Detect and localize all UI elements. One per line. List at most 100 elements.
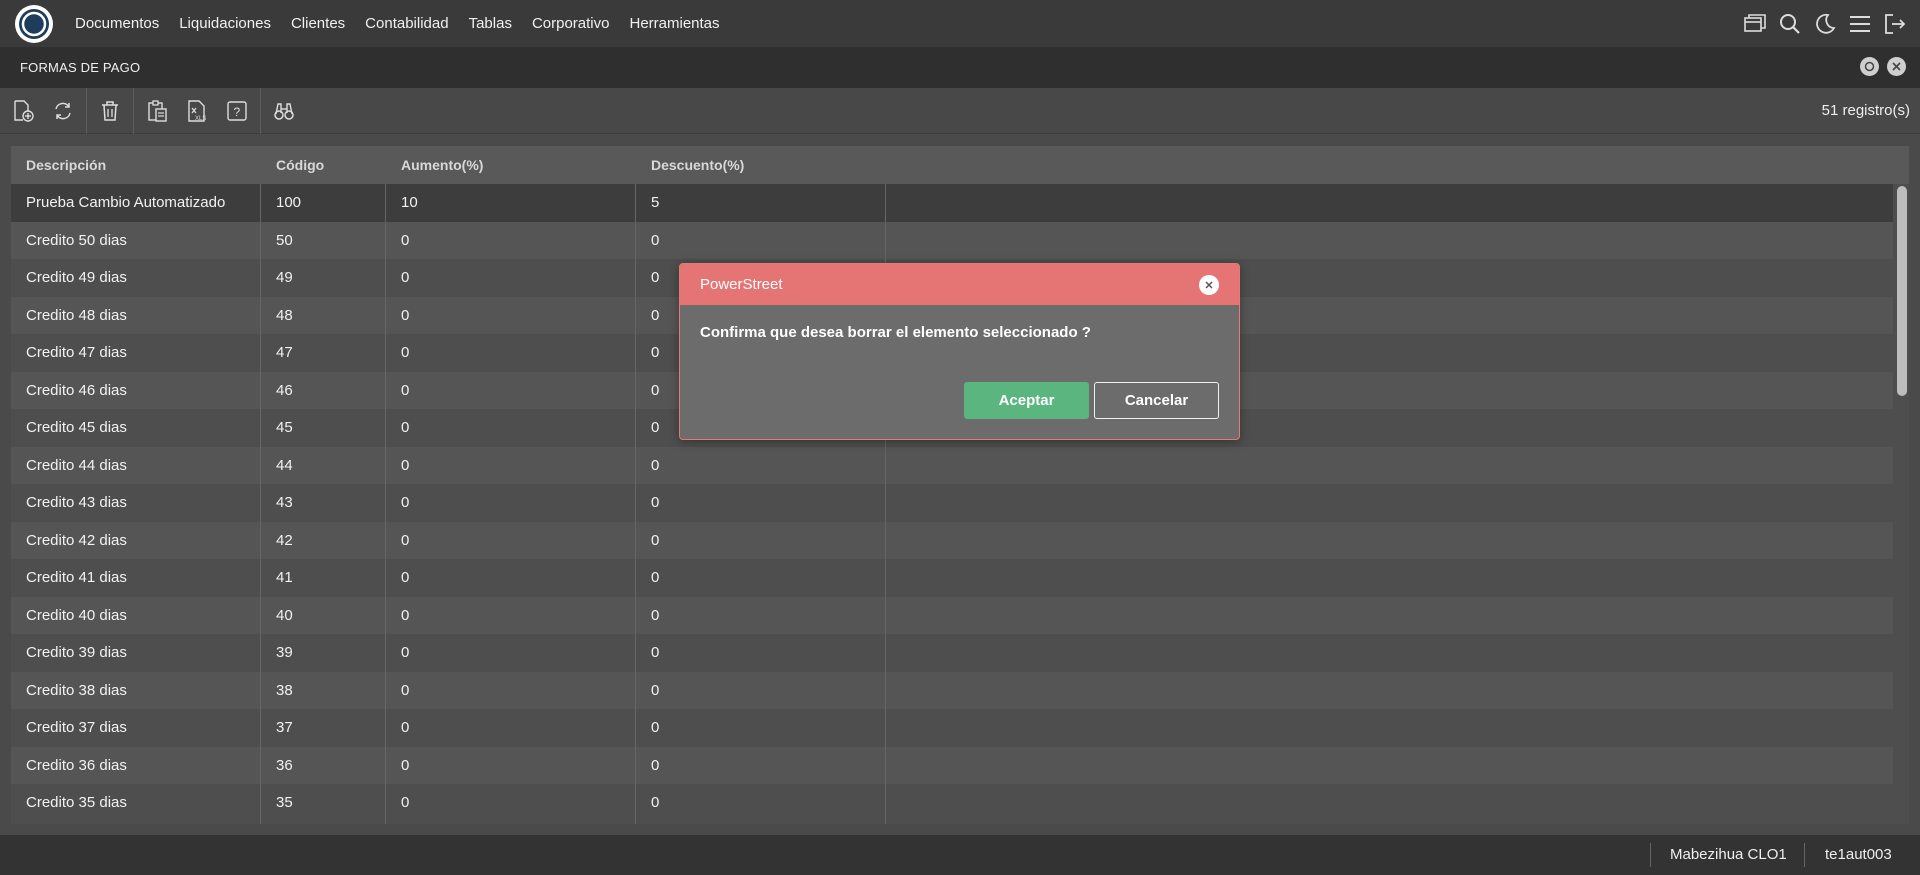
cell-codigo: 50 <box>276 231 293 249</box>
menu-liquidaciones[interactable]: Liquidaciones <box>179 15 271 32</box>
binoculars-icon[interactable] <box>271 98 297 124</box>
refresh-icon[interactable] <box>50 98 76 124</box>
cancel-button[interactable]: Cancelar <box>1094 382 1219 419</box>
toolbar: XLS ? 51 registro(s) <box>0 87 1920 134</box>
windows-icon[interactable] <box>1744 13 1766 35</box>
table-row[interactable]: Credito 40 dias 40 0 0 <box>11 596 1893 634</box>
table-row[interactable]: Credito 42 dias 42 0 0 <box>11 521 1893 559</box>
cell-descripcion: Credito 36 dias <box>26 756 127 774</box>
cell-aumento: 0 <box>401 719 410 736</box>
cell-codigo: 43 <box>276 494 293 511</box>
cell-aumento: 0 <box>401 231 410 249</box>
cell-codigo: 40 <box>276 606 293 624</box>
menu-contabilidad[interactable]: Contabilidad <box>365 15 448 32</box>
cell-aumento: 0 <box>401 681 410 699</box>
table-row[interactable]: Credito 39 dias 39 0 0 <box>11 634 1893 672</box>
hamburger-icon[interactable] <box>1849 13 1871 35</box>
menu-clientes[interactable]: Clientes <box>291 15 345 32</box>
dialog-title: PowerStreet <box>700 276 783 293</box>
cell-codigo: 44 <box>276 456 293 474</box>
cell-aumento: 0 <box>401 606 410 624</box>
status-divider <box>1804 843 1805 867</box>
column-divider <box>635 184 636 824</box>
column-header-aumento[interactable]: Aumento(%) <box>401 157 483 173</box>
vertical-scrollbar[interactable] <box>1897 186 1907 396</box>
menu-corporativo[interactable]: Corporativo <box>532 15 610 32</box>
table-row[interactable]: Credito 44 dias 44 0 0 <box>11 446 1893 484</box>
cell-descripcion: Credito 42 dias <box>26 531 127 549</box>
column-divider <box>260 184 261 824</box>
cell-descuento: 0 <box>651 306 660 324</box>
cell-codigo: 100 <box>276 194 302 211</box>
cell-aumento: 0 <box>401 794 410 811</box>
cell-aumento: 0 <box>401 569 410 586</box>
title-bar: FORMAS DE PAGO <box>0 47 1920 88</box>
data-table: Descripción Código Aumento(%) Descuento(… <box>11 146 1909 824</box>
table-row[interactable]: Credito 50 dias 50 0 0 <box>11 221 1893 259</box>
table-row[interactable]: Credito 43 dias 43 0 0 <box>11 484 1893 522</box>
xls-export-icon[interactable]: XLS <box>184 98 210 124</box>
table-row[interactable]: Credito 35 dias 35 0 0 <box>11 784 1893 822</box>
cell-descripcion: Prueba Cambio Automatizado <box>26 194 226 211</box>
trash-icon[interactable] <box>97 98 123 124</box>
column-header-descuento[interactable]: Descuento(%) <box>651 157 744 173</box>
column-divider <box>385 184 386 824</box>
toolbar-group-edit <box>0 87 87 134</box>
cell-descuento: 0 <box>651 681 660 699</box>
cell-aumento: 0 <box>401 456 410 474</box>
close-window-button[interactable] <box>1887 57 1906 76</box>
cell-codigo: 49 <box>276 269 293 286</box>
close-icon <box>1205 281 1213 289</box>
cell-aumento: 0 <box>401 344 410 361</box>
cell-aumento: 0 <box>401 419 410 436</box>
cell-descuento: 0 <box>651 381 660 399</box>
cell-codigo: 46 <box>276 381 293 399</box>
help-icon[interactable]: ? <box>224 98 250 124</box>
cell-descuento: 0 <box>651 456 660 474</box>
cell-descuento: 0 <box>651 644 660 661</box>
app-logo[interactable] <box>15 4 53 43</box>
menu-herramientas[interactable]: Herramientas <box>629 15 719 32</box>
cell-codigo: 37 <box>276 719 293 736</box>
column-header-descripcion[interactable]: Descripción <box>26 157 106 173</box>
svg-text:?: ? <box>234 105 241 119</box>
restore-button[interactable] <box>1860 57 1879 76</box>
table-row[interactable]: Credito 37 dias 37 0 0 <box>11 709 1893 747</box>
toolbar-group-export: XLS ? <box>134 87 261 134</box>
table-row[interactable]: Prueba Cambio Automatizado 100 10 5 <box>11 184 1893 222</box>
top-nav: Documentos Liquidaciones Clientes Contab… <box>0 0 1920 47</box>
logout-icon[interactable] <box>1884 13 1906 35</box>
column-header-codigo[interactable]: Código <box>276 157 324 173</box>
nav-icons <box>1744 0 1906 47</box>
new-document-icon[interactable] <box>10 98 36 124</box>
cell-descuento: 0 <box>651 531 660 549</box>
cell-aumento: 0 <box>401 494 410 511</box>
table-row[interactable]: Credito 41 dias 41 0 0 <box>11 559 1893 597</box>
cell-codigo: 48 <box>276 306 293 324</box>
cell-aumento: 10 <box>401 194 418 211</box>
table-header: Descripción Código Aumento(%) Descuento(… <box>11 146 1909 184</box>
dialog-close-button[interactable] <box>1199 275 1219 295</box>
page-title: FORMAS DE PAGO <box>20 60 141 75</box>
cell-codigo: 42 <box>276 531 293 549</box>
cell-descripcion: Credito 40 dias <box>26 606 127 624</box>
table-row[interactable]: Credito 38 dias 38 0 0 <box>11 671 1893 709</box>
cell-descuento: 0 <box>651 231 660 249</box>
menu-tablas[interactable]: Tablas <box>469 15 512 32</box>
menu-documentos[interactable]: Documentos <box>75 15 159 32</box>
moon-icon[interactable] <box>1814 13 1836 35</box>
accept-button[interactable]: Aceptar <box>964 382 1089 419</box>
cell-descripcion: Credito 44 dias <box>26 456 127 474</box>
toolbar-group-find <box>261 88 307 134</box>
cell-descripcion: Credito 50 dias <box>26 231 127 249</box>
cell-descuento: 0 <box>651 269 660 286</box>
search-icon[interactable] <box>1779 13 1801 35</box>
table-row[interactable]: Credito 36 dias 36 0 0 <box>11 746 1893 784</box>
status-bar: Mabezihua CLO1 te1aut003 <box>0 835 1920 875</box>
cell-descripcion: Credito 49 dias <box>26 269 127 286</box>
cell-aumento: 0 <box>401 756 410 774</box>
cell-descuento: 0 <box>651 719 660 736</box>
cell-codigo: 39 <box>276 644 293 661</box>
cell-aumento: 0 <box>401 644 410 661</box>
clipboard-icon[interactable] <box>144 98 170 124</box>
